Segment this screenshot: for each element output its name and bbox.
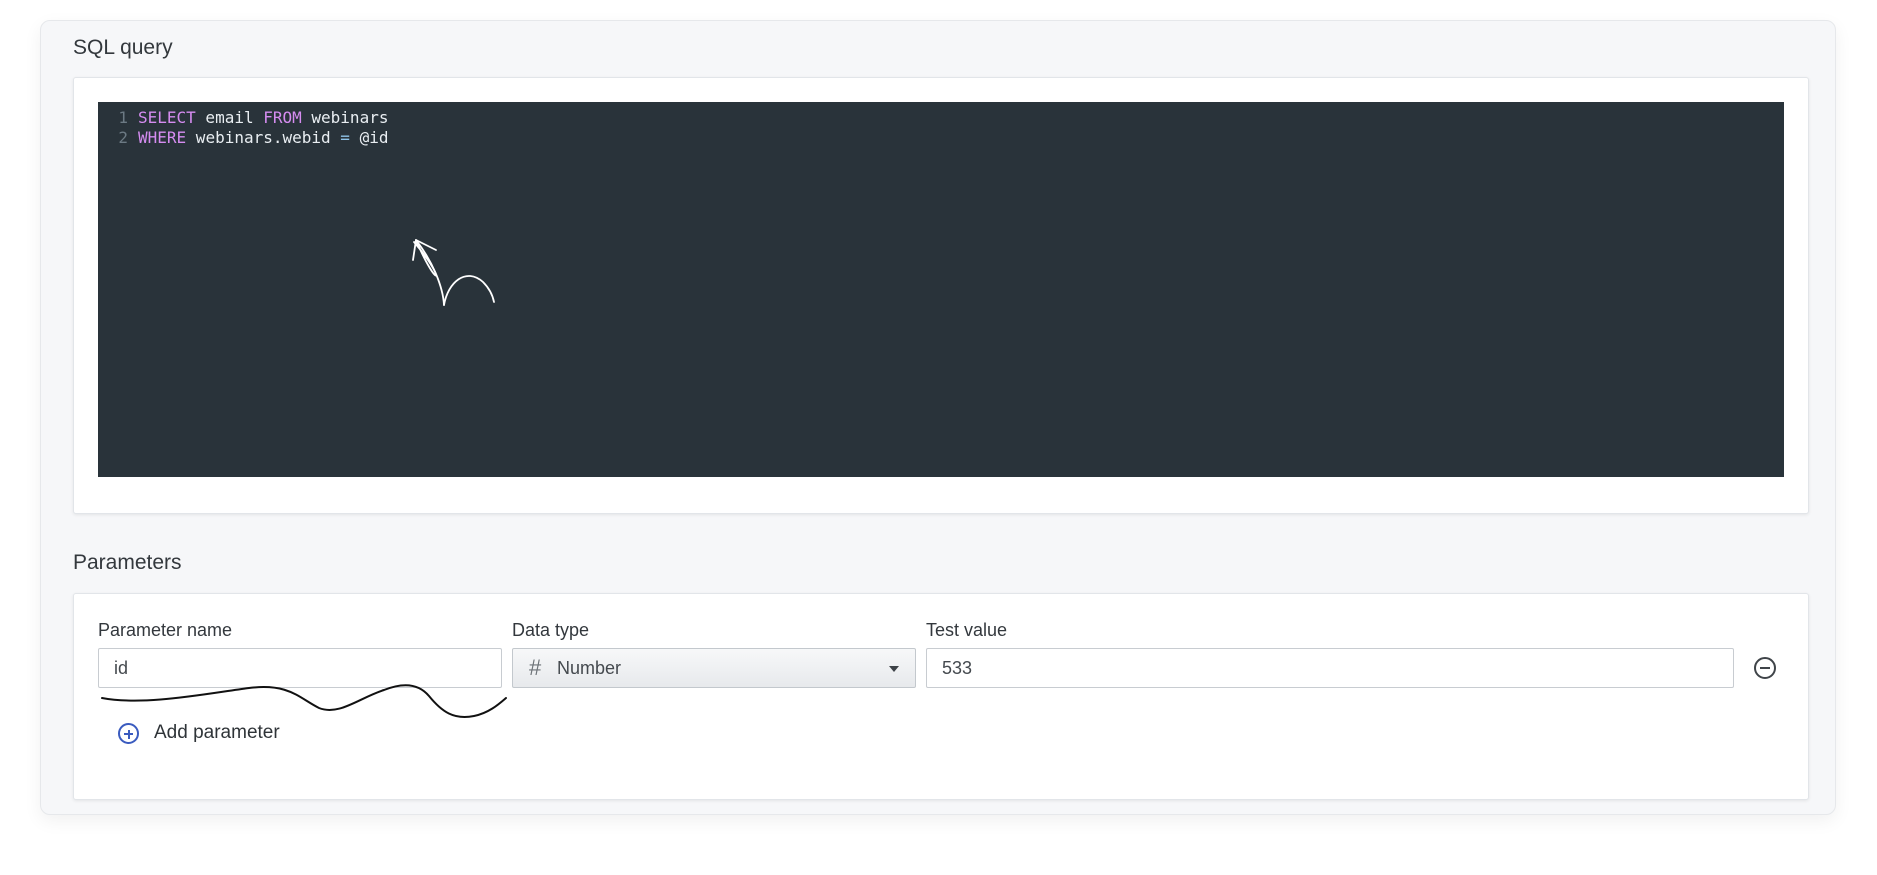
keyword-token: SELECT	[138, 108, 196, 127]
chevron-down-icon	[889, 666, 899, 672]
code-token: webinars	[301, 108, 389, 127]
arrow-doodle-annotation	[412, 239, 495, 306]
code-token: email	[195, 108, 264, 127]
code-text: WHERE webinars.webid = @id	[138, 128, 388, 148]
parameter-name-label: Parameter name	[98, 620, 233, 640]
parameters-card: Parameter name Data type Test value id #…	[73, 593, 1809, 800]
sql-editor-card: 1 SELECT email FROM webinars 2 WHERE web…	[73, 77, 1809, 514]
add-parameter-button[interactable]: Add parameter	[118, 722, 280, 744]
sql-query-title: SQL query	[73, 36, 173, 59]
code-token: @id	[349, 128, 389, 147]
line-number: 1	[118, 108, 128, 127]
data-type-select[interactable]: # Number	[512, 648, 916, 688]
line-number: 2	[118, 128, 128, 147]
data-type-value: Number	[557, 658, 622, 678]
code-token: webinars.webid	[186, 128, 341, 147]
test-value-input[interactable]: 533	[926, 648, 1734, 688]
sql-code-editor[interactable]: 1 SELECT email FROM webinars 2 WHERE web…	[98, 102, 1784, 477]
parameter-name-input[interactable]: id	[98, 648, 502, 688]
plus-circle-icon	[118, 722, 139, 744]
hash-icon: #	[529, 655, 542, 680]
parameters-title: Parameters	[73, 551, 182, 574]
keyword-token: WHERE	[138, 128, 187, 147]
data-type-label: Data type	[512, 620, 590, 640]
keyword-token: FROM	[263, 108, 302, 127]
add-parameter-label: Add parameter	[154, 722, 280, 743]
query-editor-panel: SQL query 1 SELECT email FROM webinars 2…	[40, 20, 1836, 815]
code-text: SELECT email FROM webinars	[138, 108, 388, 128]
code-line: 1 SELECT email FROM webinars	[98, 108, 1784, 128]
code-line: 2 WHERE webinars.webid = @id	[98, 128, 1784, 148]
remove-parameter-button[interactable]	[1754, 657, 1776, 679]
test-value-label: Test value	[926, 620, 1008, 640]
operator-token: =	[340, 128, 350, 147]
